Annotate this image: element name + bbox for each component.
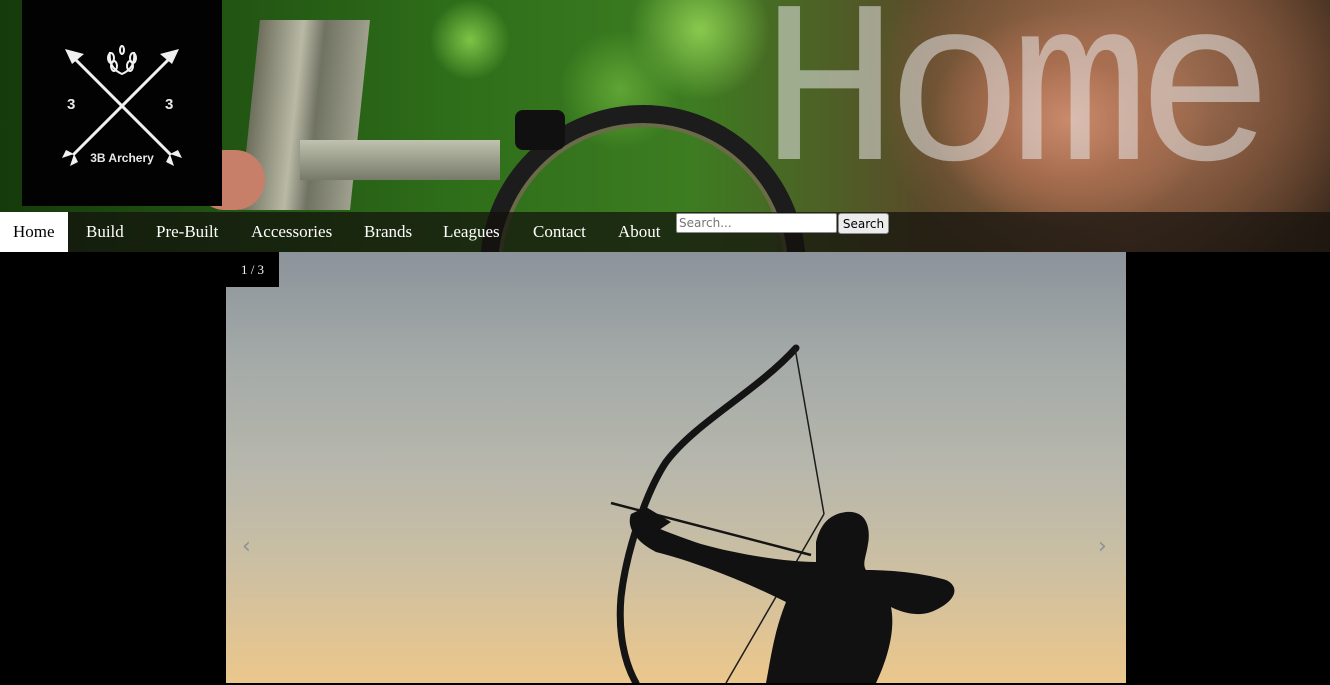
logo-text: 3B Archery: [90, 151, 154, 165]
search-button[interactable]: Search: [838, 213, 889, 234]
archer-silhouette-image: [610, 344, 955, 683]
nav-item-pre-built[interactable]: Pre-Built: [156, 212, 218, 252]
sight-knob-image: [515, 110, 565, 150]
nav-item-build[interactable]: Build: [86, 212, 124, 252]
logo-number-left: 3: [67, 96, 76, 113]
crossed-arrows-icon: [62, 45, 182, 166]
nav-item-leagues[interactable]: Leagues: [443, 212, 500, 252]
nav-item-contact[interactable]: Contact: [533, 212, 586, 252]
chevron-right-icon[interactable]: ›: [1098, 534, 1107, 559]
main-nav: Home Build Pre-Built Accessories Brands …: [0, 212, 1330, 252]
nav-item-brands[interactable]: Brands: [364, 212, 412, 252]
search-input[interactable]: [676, 213, 837, 233]
nav-item-home[interactable]: Home: [0, 212, 68, 252]
logo-number-right: 3: [165, 96, 174, 113]
chevron-left-icon[interactable]: ‹: [242, 534, 251, 559]
page-title: Home: [760, 0, 1275, 229]
nav-item-accessories[interactable]: Accessories: [251, 212, 332, 252]
slideshow: [226, 252, 1126, 683]
site-logo[interactable]: 3 3 3B Archery: [22, 0, 222, 206]
slide-counter: 1 / 3: [226, 252, 279, 287]
bow-sight-bracket: [300, 140, 500, 180]
nav-item-about[interactable]: About: [618, 212, 661, 252]
